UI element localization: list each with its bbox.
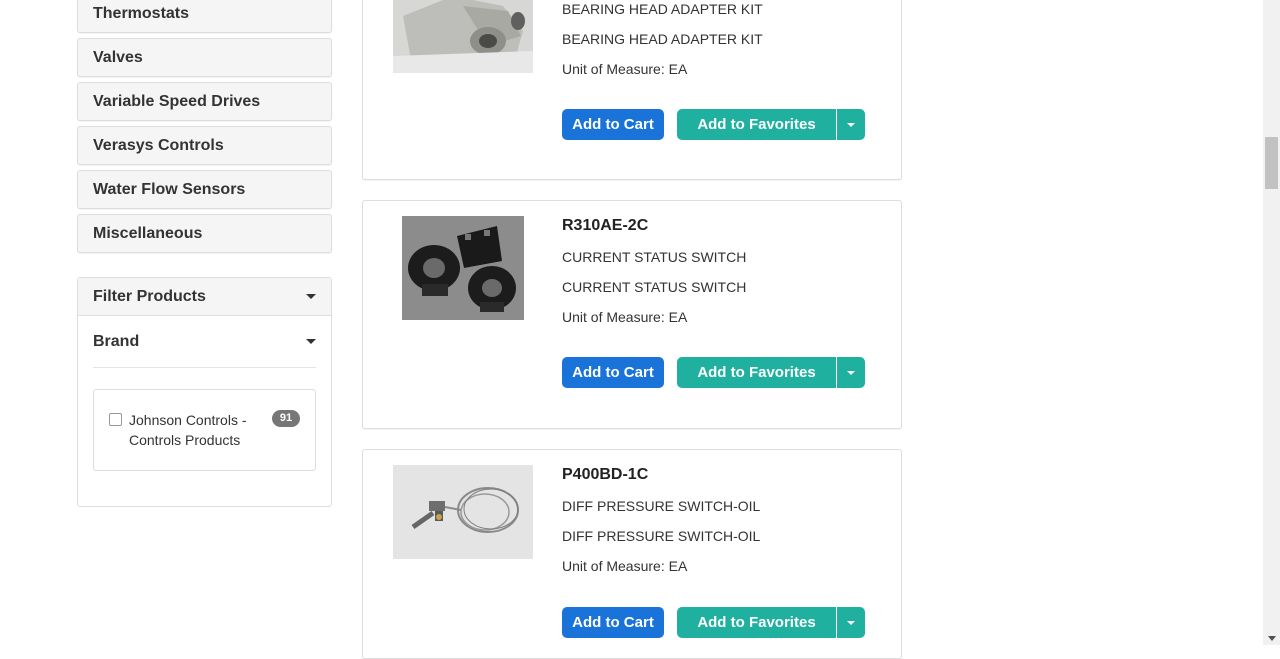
filter-title: Filter Products xyxy=(93,287,206,305)
category-water-flow-sensors[interactable]: Water Flow Sensors xyxy=(77,170,332,209)
category-label: Valves xyxy=(93,48,143,66)
brand-options: Johnson Controls - Controls Products 91 xyxy=(93,389,316,471)
current-switch-photo[interactable] xyxy=(402,216,524,320)
add-to-favorites-button[interactable]: Add to Favorites xyxy=(677,357,836,388)
vertical-scrollbar[interactable] xyxy=(1263,0,1280,645)
favorites-dropdown-button[interactable] xyxy=(837,607,865,638)
add-to-favorites-button[interactable]: Add to Favorites xyxy=(677,607,836,638)
category-miscellaneous[interactable]: Miscellaneous xyxy=(77,214,332,253)
favorites-dropdown-button[interactable] xyxy=(837,357,865,388)
product-description-secondary: BEARING HEAD ADAPTER KIT xyxy=(562,31,763,47)
product-info: P400BD-1C DIFF PRESSURE SWITCH-OIL DIFF … xyxy=(562,463,760,581)
unit-of-measure: Unit of Measure: EA xyxy=(562,558,688,574)
caret-down-icon xyxy=(306,339,316,344)
category-valves[interactable]: Valves xyxy=(77,38,332,77)
brand-filter-toggle[interactable]: Brand xyxy=(93,316,316,368)
product-actions: Add to Cart Add to Favorites xyxy=(562,109,865,140)
product-actions: Add to Cart Add to Favorites xyxy=(562,607,865,638)
product-code[interactable]: P400BD-1C xyxy=(562,463,760,487)
product-description-secondary: CURRENT STATUS SWITCH xyxy=(562,279,747,295)
category-label: Miscellaneous xyxy=(93,224,203,242)
add-to-favorites-button[interactable]: Add to Favorites xyxy=(677,109,836,140)
brand-heading: Brand xyxy=(93,332,140,350)
caret-down-icon xyxy=(306,294,316,299)
product-info: BEARING HEAD ADAPTER KIT BEARING HEAD AD… xyxy=(562,0,763,84)
category-thermostats[interactable]: Thermostats xyxy=(77,0,332,33)
product-description: DIFF PRESSURE SWITCH-OIL xyxy=(562,498,761,514)
product-card: R310AE-2C CURRENT STATUS SWITCH CURRENT … xyxy=(362,200,902,429)
product-code[interactable]: R310AE-2C xyxy=(562,214,746,238)
product-description: BEARING HEAD ADAPTER KIT xyxy=(562,1,763,17)
caret-down-icon xyxy=(847,122,855,127)
brand-option-label[interactable]: Johnson Controls - Controls Products xyxy=(129,410,259,450)
filter-panel: Filter Products Brand Johnson Controls -… xyxy=(77,277,332,507)
category-verasys-controls[interactable]: Verasys Controls xyxy=(77,126,332,165)
unit-of-measure: Unit of Measure: EA xyxy=(562,309,688,325)
add-to-cart-button[interactable]: Add to Cart xyxy=(562,357,664,388)
brand-checkbox[interactable] xyxy=(109,413,122,426)
product-description: CURRENT STATUS SWITCH xyxy=(562,249,747,265)
count-badge: 91 xyxy=(272,410,300,427)
product-card: BEARING HEAD ADAPTER KIT BEARING HEAD AD… xyxy=(362,0,902,180)
product-actions: Add to Cart Add to Favorites xyxy=(562,357,865,388)
caret-down-icon xyxy=(847,370,855,375)
filter-products-toggle[interactable]: Filter Products xyxy=(78,278,331,316)
product-info: R310AE-2C CURRENT STATUS SWITCH CURRENT … xyxy=(562,214,746,332)
category-label: Variable Speed Drives xyxy=(93,92,261,110)
favorites-dropdown-button[interactable] xyxy=(837,109,865,140)
product-image xyxy=(402,216,524,320)
category-variable-speed-drives[interactable]: Variable Speed Drives xyxy=(77,82,332,121)
bearing-head-adapter-photo[interactable] xyxy=(393,0,533,73)
scroll-down-arrow-icon[interactable] xyxy=(1268,636,1276,641)
category-label: Water Flow Sensors xyxy=(93,180,246,198)
caret-down-icon xyxy=(847,620,855,625)
pressure-switch-photo[interactable] xyxy=(393,465,533,559)
unit-of-measure: Unit of Measure: EA xyxy=(562,61,688,77)
product-description-secondary: DIFF PRESSURE SWITCH-OIL xyxy=(562,528,761,544)
add-to-cart-button[interactable]: Add to Cart xyxy=(562,109,664,140)
scrollbar-thumb[interactable] xyxy=(1265,137,1278,189)
product-card: P400BD-1C DIFF PRESSURE SWITCH-OIL DIFF … xyxy=(362,449,902,659)
category-label: Verasys Controls xyxy=(93,136,224,154)
product-image xyxy=(393,0,533,73)
category-label: Thermostats xyxy=(93,4,190,22)
product-image xyxy=(393,465,533,559)
category-list: Thermostats Valves Variable Speed Drives… xyxy=(77,0,332,258)
add-to-cart-button[interactable]: Add to Cart xyxy=(562,607,664,638)
